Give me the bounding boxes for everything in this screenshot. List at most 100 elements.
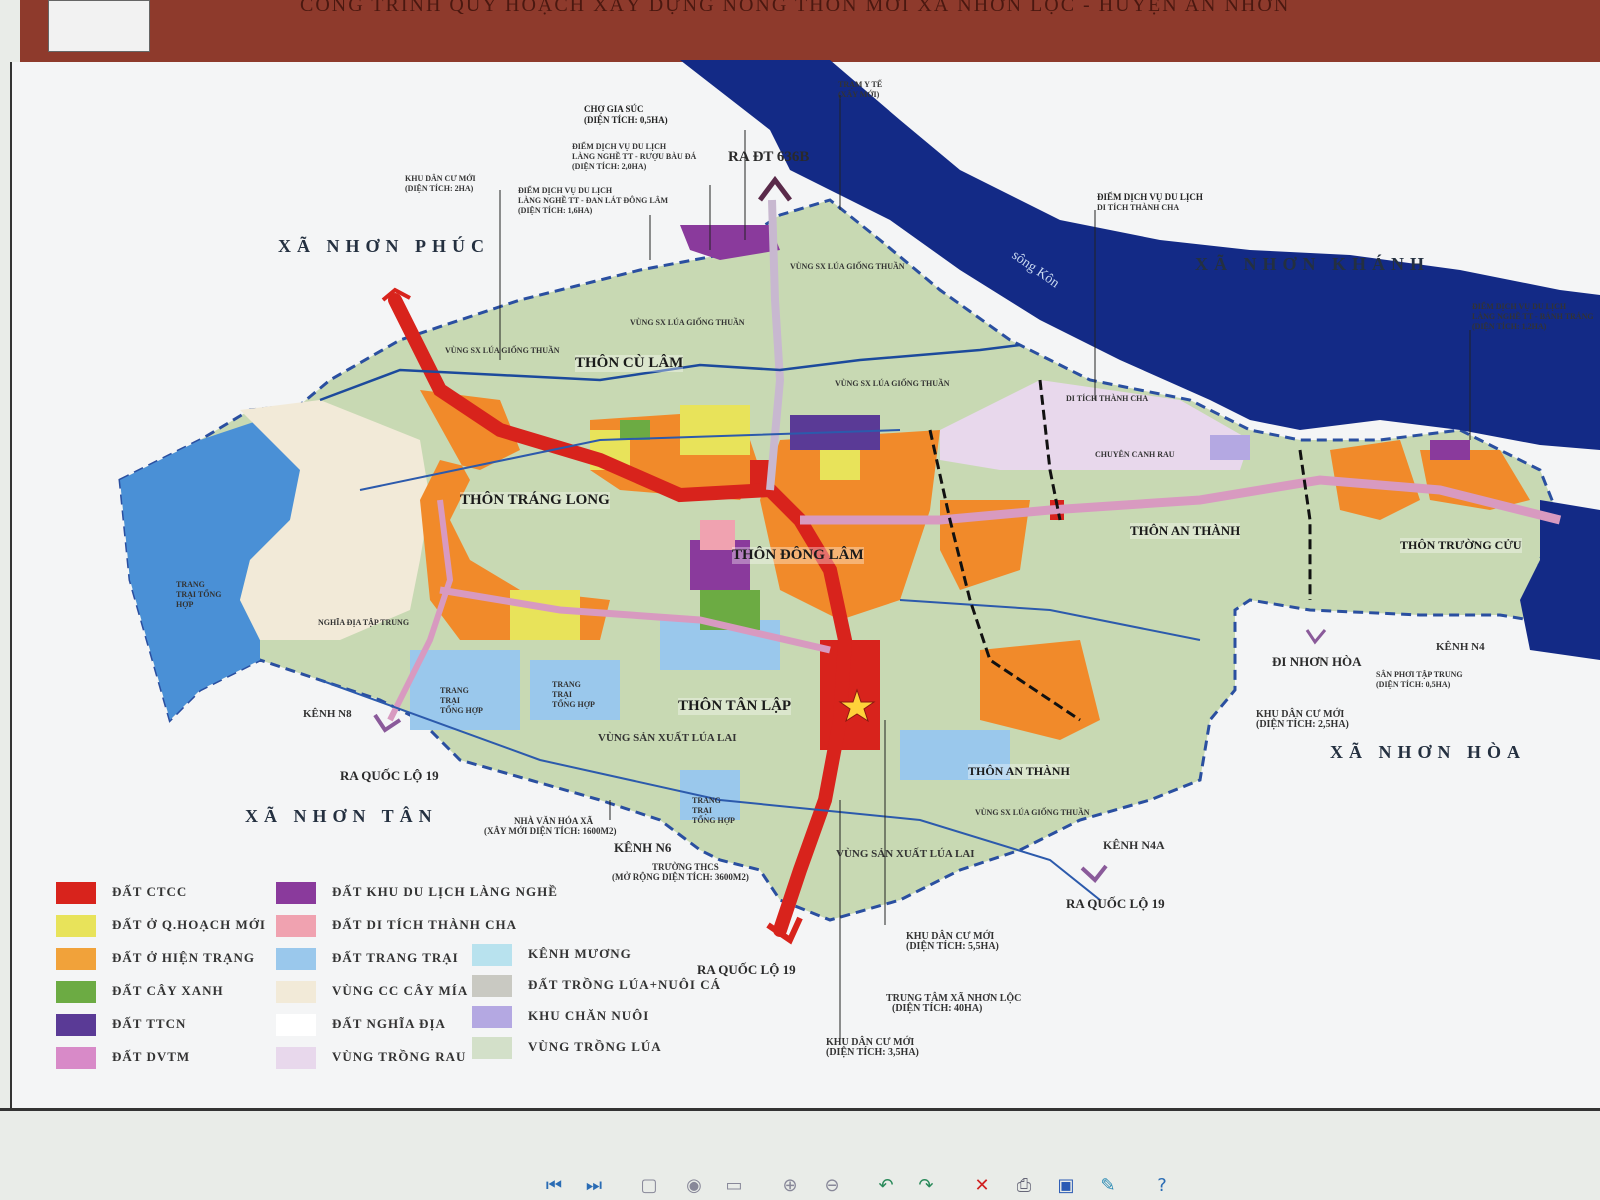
zone-label-giong-3: VÙNG SX LÚA GIỐNG THUẦN	[445, 346, 560, 355]
delete-icon[interactable]: ✕	[968, 1172, 996, 1198]
zone-label-lua-lai-1: VÙNG SẢN XUẤT LÚA LAI	[598, 732, 737, 744]
legend-label: ĐẤT TRỒNG LÚA+NUÔI CÁ	[528, 977, 721, 992]
callout-nha-van-hoa: NHÀ VĂN HÓA XÃ (XÂY MỚI DIỆN TÍCH: 1600M2…	[484, 816, 617, 836]
road-label-ql19-south: RA QUỐC LỘ 19	[697, 962, 796, 977]
legend-swatch	[276, 981, 316, 1003]
zone-label-giong-4: VÙNG SX LÚA GIỐNG THUẦN	[835, 379, 950, 388]
callout-di-tich-dv: ĐIỂM DỊCH VỤ DU LỊCH DI TÍCH THÀNH CHA	[1097, 192, 1203, 212]
map-legend: ĐẤT CTCC ĐẤT Ở Q.HOẠCH MỚI ĐẤT Ở HIỆN TRẠN…	[50, 880, 720, 1070]
legend-swatch	[56, 882, 96, 904]
legend-label: ĐẤT CÂY XANH	[112, 983, 224, 998]
slideshow-icon[interactable]: ▭	[720, 1172, 748, 1198]
road-label-ql19-east: RA QUỐC LỘ 19	[1066, 896, 1165, 911]
legend-label: ĐẤT KHU DU LỊCH LÀNG NGHỀ	[332, 884, 558, 899]
canal-label-n4: KÊNH N4	[1436, 641, 1485, 653]
hamlet-label-truong-cuu: THÔN TRƯỜNG CỬU	[1400, 538, 1522, 553]
arrow-dt636b	[758, 175, 792, 202]
zone-label-chuyen-canh: CHUYÊN CANH RAU	[1095, 450, 1175, 459]
rotate-left-icon[interactable]: ↶	[872, 1172, 900, 1198]
commune-label-nhon-khanh: XÃ NHƠN KHÁNH	[1195, 254, 1430, 274]
road-label-dt636b: RA ĐT 636B	[728, 149, 810, 165]
legend-label: ĐẤT NGHĨA ĐỊA	[332, 1016, 446, 1031]
window-divider	[0, 1108, 1600, 1111]
canal-label-n8: KÊNH N8	[303, 708, 352, 720]
hamlet-label-trang-long: THÔN TRÁNG LONG	[460, 492, 610, 509]
legend-label: ĐẤT DI TÍCH THÀNH CHA	[332, 917, 517, 932]
legend-label: ĐẤT TRANG TRẠI	[332, 950, 459, 965]
callout-dich-vu-dan-lat: ĐIỂM DỊCH VỤ DU LỊCH LÀNG NGHỀ TT - ĐAN L…	[518, 186, 669, 215]
zone-label-lua-lai-2: VÙNG SẢN XUẤT LÚA LAI	[836, 848, 975, 860]
historic-zone	[700, 520, 735, 550]
legend-label: ĐẤT TTCN	[112, 1016, 187, 1031]
legend-swatch	[276, 915, 316, 937]
legend-label: VÙNG TRỒNG RAU	[332, 1049, 467, 1064]
canal-label-n4a: KÊNH N4A	[1103, 838, 1165, 852]
callout-dv-banh-trang: ĐIỂM DỊCH VỤ DU LỊCH LÀNG NGHỀ TT - BÁNH …	[1472, 302, 1594, 331]
commune-label-nhon-tan: XÃ NHƠN TÂN	[245, 806, 438, 826]
fit-icon[interactable]: ▢	[635, 1172, 663, 1198]
zone-label-nghia-dia: NGHĨA ĐỊA TẬP TRUNG	[318, 618, 410, 627]
zone-label-giong-5: VÙNG SX LÚA GIỐNG THUẦN	[975, 808, 1090, 817]
legend-swatch	[56, 1014, 96, 1036]
legend-swatch	[472, 944, 512, 966]
callout-san-phoi: SÂN PHƠI TẬP TRUNG (DIỆN TÍCH: 0,5HA)	[1376, 670, 1463, 689]
legend-swatch	[472, 1006, 512, 1028]
photo-viewer-window: CÔNG TRÌNH QUY HOẠCH XÂY DỰNG NÔNG THÔN …	[0, 0, 1600, 1200]
road-label-nhon-hoa: ĐI NHƠN HÒA	[1272, 654, 1362, 669]
legend-label: KÊNH MƯƠNG	[528, 946, 632, 961]
save-icon[interactable]: ▣	[1052, 1172, 1080, 1198]
legend-swatch	[472, 975, 512, 997]
callout-dich-vu-ruou: ĐIỂM DỊCH VỤ DU LỊCH LÀNG NGHỀ TT - RƯỢU …	[572, 142, 697, 171]
legend-label: ĐẤT Ở HIỆN TRẠNG	[112, 950, 256, 965]
hamlet-label-cu-lam: THÔN CÙ LÂM	[575, 355, 684, 372]
next-icon[interactable]: ⏭	[580, 1172, 608, 1198]
zone-label-trang-trai-3: TRANG TRẠI TỔNG HỢP	[552, 680, 595, 709]
legend-label: ĐẤT CTCC	[112, 884, 188, 899]
hamlet-label-tan-lap: THÔN TÂN LẬP	[678, 698, 792, 715]
commune-label-nhon-phuc: XÃ NHƠN PHÚC	[278, 236, 490, 256]
canal-label-n6: KÊNH N6	[614, 840, 672, 855]
legend-label: ĐẤT DVTM	[112, 1049, 191, 1064]
arrow-ql19-se	[1080, 864, 1108, 883]
zoom-in-icon[interactable]: ⊕	[776, 1172, 804, 1198]
hamlet-label-dong-lam: THÔN ĐÔNG LÂM	[732, 547, 864, 564]
edit-icon[interactable]: ✎	[1094, 1172, 1122, 1198]
green-zone-2	[620, 420, 650, 440]
commune-label-nhon-hoa: XÃ NHƠN HÒA	[1330, 742, 1526, 762]
legend-swatch	[472, 1037, 512, 1059]
callout-cho-gia-suc: CHỢ GIA SÚC (DIỆN TÍCH: 0,5HA)	[584, 104, 668, 125]
callout-khu-dc-moi-b2: KHU DÂN CƯ MỚI (DIỆN TÍCH: 3,5HA)	[826, 1037, 919, 1058]
tourism-zone-2	[1430, 440, 1470, 460]
print-icon[interactable]: ⎙	[1010, 1172, 1038, 1198]
legend-label: VÙNG TRỒNG LÚA	[528, 1039, 662, 1054]
hamlet-label-an-thanh-1: THÔN AN THÀNH	[1130, 523, 1241, 539]
callout-truong-thcs: TRƯỜNG THCS (MỞ RỘNG DIỆN TÍCH: 3600M2)	[612, 862, 749, 882]
callout-khu-dc-moi-bottom: KHU DÂN CƯ MỚI (DIỆN TÍCH: 5,5HA)	[906, 931, 999, 952]
legend-swatch	[56, 948, 96, 970]
arrow-nhon-hoa	[1305, 629, 1327, 645]
zoom-out-icon[interactable]: ⊖	[818, 1172, 846, 1198]
zone-label-giong-2: VÙNG SX LÚA GIỐNG THUẦN	[630, 318, 745, 327]
legend-label: ĐẤT Ở Q.HOẠCH MỚI	[112, 917, 266, 932]
viewer-toolbar: ⏮ ⏭ ▢ ◉ ▭ ⊕ ⊖ ↶ ↷ ✕ ⎙ ▣ ✎?	[0, 1160, 1600, 1200]
new-residential-3	[510, 590, 580, 640]
legend-swatch	[276, 948, 316, 970]
actual-size-icon[interactable]: ◉	[680, 1172, 708, 1198]
zone-label-di-tich: DI TÍCH THÀNH CHA	[1066, 394, 1149, 403]
prev-icon[interactable]: ⏮	[540, 1172, 568, 1198]
road-label-ql19-west: RA QUỐC LỘ 19	[340, 768, 439, 783]
legend-label: VÙNG CC CÂY MÍA	[332, 983, 469, 998]
arrow-ql19-sw	[373, 713, 402, 733]
legend-label: KHU CHĂN NUÔI	[528, 1008, 650, 1023]
legend-swatch	[276, 1014, 316, 1036]
callout-khu-dc-moi-right: KHU DÂN CƯ MỚI (DIỆN TÍCH: 2,5HA)	[1256, 709, 1349, 730]
hamlet-label-an-thanh-2: THÔN AN THÀNH	[968, 764, 1070, 779]
zone-label-trang-trai-4: TRANG TRẠI TỔNG HỢP	[692, 796, 735, 825]
new-residential-1	[680, 405, 750, 455]
rotate-right-icon[interactable]: ↷	[912, 1172, 940, 1198]
legend-swatch	[276, 882, 316, 904]
livestock-zone	[1210, 435, 1250, 460]
help-icon[interactable]: ?	[1148, 1172, 1176, 1198]
callout-khu-dan-cu-moi-top: KHU DÂN CƯ MỚI (DIỆN TÍCH: 2HA)	[405, 174, 476, 193]
callout-tram-y-te: TRẠM Y TẾ (XÂY MỚI)	[838, 80, 883, 99]
